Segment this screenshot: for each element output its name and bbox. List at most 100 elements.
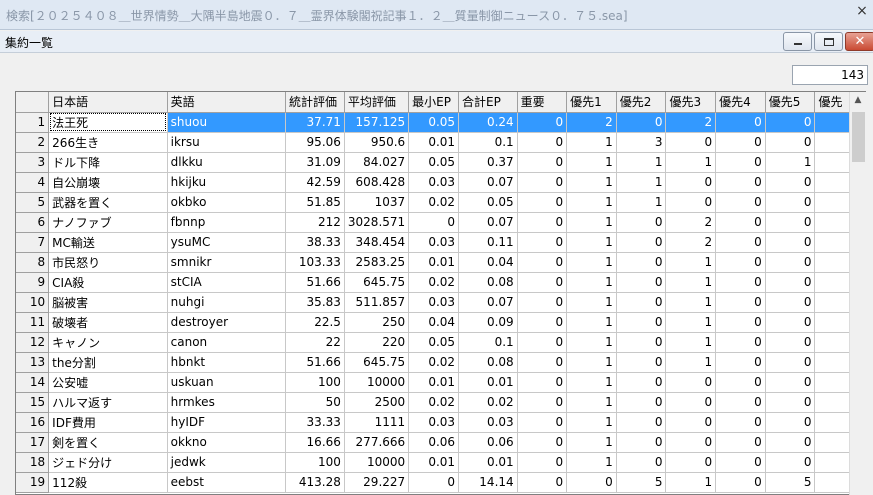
table-cell[interactable]: 413.28	[285, 472, 345, 493]
table-cell[interactable]: 0	[665, 412, 717, 433]
row-number[interactable]: 8	[16, 252, 50, 273]
table-cell[interactable]: 0	[715, 352, 766, 373]
table-cell[interactable]: 22	[285, 332, 345, 353]
column-header-0[interactable]: 日本語	[48, 92, 168, 113]
table-cell[interactable]: 0	[715, 372, 766, 393]
table-cell[interactable]: 0	[616, 212, 667, 233]
table-cell[interactable]: shuou	[167, 112, 287, 133]
table-cell[interactable]: hyIDF	[167, 412, 287, 433]
table-cell[interactable]: 0	[566, 472, 617, 493]
table-cell[interactable]: 0	[517, 392, 568, 413]
table-cell[interactable]: CIA殺	[48, 272, 168, 293]
table-cell[interactable]: 0	[715, 432, 766, 453]
table-cell[interactable]: 42.59	[285, 172, 345, 193]
table-cell[interactable]: nuhgi	[167, 292, 287, 313]
table-cell[interactable]: 0	[517, 232, 568, 253]
table-cell[interactable]: 220	[344, 332, 410, 353]
table-cell[interactable]: 22.5	[285, 312, 345, 333]
table-cell[interactable]: 0	[715, 472, 766, 493]
table-cell[interactable]: 0.05	[408, 112, 460, 133]
row-number[interactable]: 7	[16, 232, 50, 253]
table-cell[interactable]: 0	[616, 272, 667, 293]
table-cell[interactable]: 0	[517, 332, 568, 353]
table-cell[interactable]: 0.06	[458, 432, 518, 453]
row-number[interactable]: 15	[16, 392, 50, 413]
table-cell[interactable]: 0	[665, 172, 717, 193]
table-cell[interactable]: 武器を置く	[48, 192, 168, 213]
table-row[interactable]: 1 法王死 shuou 37.71 157.125 0.05 0.24 0 2 0 2 0 0	[16, 112, 865, 133]
table-cell[interactable]: 0	[517, 372, 568, 393]
table-cell[interactable]: 0	[665, 432, 717, 453]
table-cell[interactable]: 1	[566, 272, 617, 293]
table-cell[interactable]: 0.01	[408, 132, 460, 153]
table-cell[interactable]: 0	[517, 272, 568, 293]
table-cell[interactable]: 0	[715, 192, 766, 213]
table-cell[interactable]: 0	[715, 392, 766, 413]
scroll-up-icon[interactable]: ▲	[850, 92, 866, 109]
table-cell[interactable]: 0	[517, 452, 568, 473]
table-cell[interactable]: 1	[566, 432, 617, 453]
table-cell[interactable]: 1	[566, 312, 617, 333]
table-cell[interactable]: 脳被害	[48, 292, 168, 313]
close-button[interactable]: ✕	[845, 32, 873, 51]
table-cell[interactable]: ドル下降	[48, 152, 168, 173]
column-header-7[interactable]: 優先1	[566, 92, 617, 113]
table-row[interactable]: 5 武器を置く okbko 51.85 1037 0.02 0.05 0 1 1 0 0 0	[16, 192, 865, 213]
table-cell[interactable]: 0	[616, 232, 667, 253]
table-cell[interactable]: 0	[765, 392, 816, 413]
row-number[interactable]: 9	[16, 272, 50, 293]
table-cell[interactable]: jedwk	[167, 452, 287, 473]
table-cell[interactable]: 2	[566, 112, 617, 133]
table-cell[interactable]: 5	[616, 472, 667, 493]
table-cell[interactable]: 0	[665, 392, 717, 413]
table-cell[interactable]: 1	[566, 352, 617, 373]
table-cell[interactable]: 1	[616, 152, 667, 173]
table-cell[interactable]: 0	[616, 312, 667, 333]
table-cell[interactable]: 0	[715, 132, 766, 153]
table-cell[interactable]: 0	[517, 352, 568, 373]
table-cell[interactable]: 0	[616, 372, 667, 393]
table-cell[interactable]: 1	[616, 192, 667, 213]
table-cell[interactable]: 0.02	[408, 352, 460, 373]
table-cell[interactable]: 0	[715, 252, 766, 273]
table-cell[interactable]: 950.6	[344, 132, 410, 153]
table-cell[interactable]: 608.428	[344, 172, 410, 193]
table-cell[interactable]: uskuan	[167, 372, 287, 393]
maximize-button[interactable]	[814, 32, 843, 51]
table-cell[interactable]: 1	[616, 172, 667, 193]
table-cell[interactable]: 0	[765, 372, 816, 393]
table-cell[interactable]: eebst	[167, 472, 287, 493]
table-cell[interactable]: ikrsu	[167, 132, 287, 153]
table-cell[interactable]: 0.04	[408, 312, 460, 333]
table-cell[interactable]: 0.1	[458, 132, 518, 153]
table-cell[interactable]: 0.08	[458, 272, 518, 293]
table-cell[interactable]: 0.02	[408, 272, 460, 293]
table-cell[interactable]: 0	[616, 252, 667, 273]
table-cell[interactable]: 1	[665, 292, 717, 313]
table-cell[interactable]: 0.09	[458, 312, 518, 333]
table-cell[interactable]: 0	[616, 412, 667, 433]
table-row[interactable]: 16 IDF費用 hyIDF 33.33 1111 0.03 0.03 0 1 0 0 0 0	[16, 412, 865, 433]
table-cell[interactable]: 1	[566, 332, 617, 353]
table-cell[interactable]: 0.06	[408, 432, 460, 453]
table-cell[interactable]: 1	[566, 132, 617, 153]
table-cell[interactable]: 0	[715, 172, 766, 193]
table-cell[interactable]: 1	[665, 272, 717, 293]
table-cell[interactable]: 0	[765, 192, 816, 213]
table-cell[interactable]: 0.05	[408, 332, 460, 353]
row-number[interactable]: 4	[16, 172, 50, 193]
table-cell[interactable]: 0.08	[458, 352, 518, 373]
table-cell[interactable]: 1	[665, 332, 717, 353]
table-row[interactable]: 4 自公崩壊 hkijku 42.59 608.428 0.03 0.07 0 1 1 0 0 0	[16, 172, 865, 193]
table-cell[interactable]: 1	[765, 152, 816, 173]
table-cell[interactable]: 10000	[344, 372, 410, 393]
column-header-3[interactable]: 平均評価	[344, 92, 410, 113]
table-cell[interactable]: 0	[408, 212, 460, 233]
table-cell[interactable]: 0	[765, 272, 816, 293]
table-cell[interactable]: 0	[517, 132, 568, 153]
table-cell[interactable]: 51.66	[285, 272, 345, 293]
table-cell[interactable]: 法王死	[48, 112, 168, 133]
table-row[interactable]: 3 ドル下降 dlkku 31.09 84.027 0.05 0.37 0 1 1 1 0 1	[16, 152, 865, 173]
table-row[interactable]: 2 266生き ikrsu 95.06 950.6 0.01 0.1 0 1 3 0 0 0	[16, 132, 865, 153]
table-cell[interactable]: 0.03	[408, 412, 460, 433]
